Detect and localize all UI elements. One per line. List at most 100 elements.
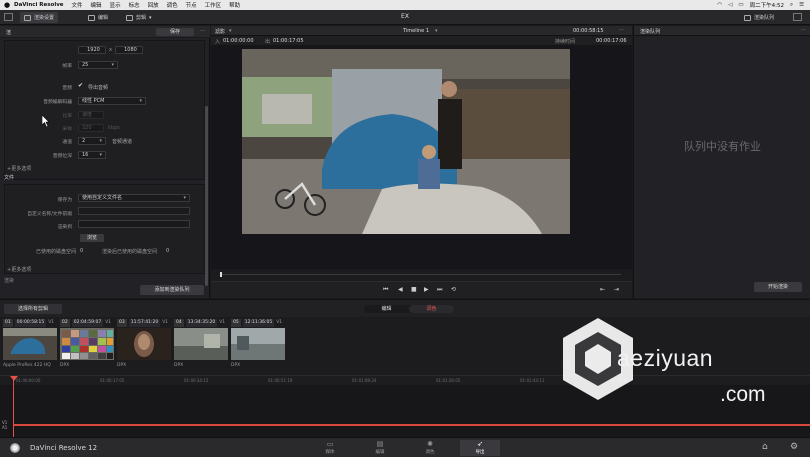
home-icon[interactable]: ⌂: [762, 442, 768, 452]
audio-label: 音频: [62, 86, 72, 91]
mark-in-icon[interactable]: ⇤: [600, 286, 605, 293]
save-preset-button[interactable]: 保存: [156, 28, 194, 36]
empty-queue-message: 队列中没有作业: [684, 140, 761, 153]
ruler-tick: 01:00:34:12: [184, 378, 209, 383]
disk-used-label: 已使用的磁盘空间: [36, 249, 77, 255]
tab-color[interactable]: 调色: [409, 305, 454, 313]
menu-mark[interactable]: 标志: [129, 1, 140, 9]
clip-thumbnail[interactable]: 03 11:57:41:20 V1 DPX: [117, 319, 173, 371]
menu-view[interactable]: 显示: [110, 1, 121, 9]
clip-timecode: 13:34:35:20: [185, 319, 218, 327]
viewer-more-icon[interactable]: ⋯: [619, 27, 624, 33]
more-options-link[interactable]: +更多选项: [7, 165, 31, 172]
render-settings-button[interactable]: 渲染设置: [20, 12, 59, 23]
app-menu[interactable]: DaVinci Resolve: [14, 2, 64, 8]
video-frame: [242, 49, 570, 234]
browse-button[interactable]: 浏览: [80, 234, 104, 242]
skip-end-icon[interactable]: ⏭: [437, 286, 442, 294]
clip-preview: [174, 328, 228, 360]
watermark-domain: .com: [720, 383, 766, 406]
volume-icon[interactable]: ◁: [728, 2, 732, 8]
height-field[interactable]: 1080: [115, 46, 143, 54]
menu-playback[interactable]: 回放: [148, 1, 159, 9]
menu-workspace[interactable]: 工作区: [205, 1, 222, 9]
more-options-link-2[interactable]: +更多选项: [7, 266, 31, 273]
channels-select[interactable]: 2: [78, 137, 106, 145]
clip-thumbnail[interactable]: 04 13:34:35:20 V1 DPX: [174, 319, 230, 371]
watermark-text: aeziyuan: [617, 345, 714, 371]
list-icon[interactable]: ☰: [799, 2, 804, 8]
clips-icon: [88, 14, 95, 21]
menubar-clock[interactable]: 周二下午4:52: [750, 1, 784, 9]
viewer-clip-label: 滤影: [215, 29, 226, 35]
clips-button[interactable]: 编辑: [84, 12, 112, 23]
in-timecode[interactable]: 01:00:00:00: [223, 38, 254, 44]
clip-timecode: 02:04:59:07: [71, 319, 104, 327]
loop-icon[interactable]: ⟲: [451, 286, 456, 293]
edit-button[interactable]: 剪辑 ▾: [122, 12, 156, 23]
save-as-select[interactable]: 使用自定义文件名: [78, 194, 190, 202]
search-icon[interactable]: ⌕: [790, 2, 793, 9]
render-queue-button[interactable]: 渲染队列: [740, 12, 778, 23]
clip-codec: DPX: [117, 363, 127, 368]
menu-edit[interactable]: 编辑: [91, 1, 102, 9]
tab-edit[interactable]: 编辑: [364, 305, 409, 313]
ruler-tick: 01:01:08:24: [352, 378, 377, 383]
play-reverse-icon[interactable]: ◀: [398, 286, 403, 293]
audio-codec-select[interactable]: 线性 PCM: [78, 97, 146, 105]
playhead-marker-icon[interactable]: [10, 376, 18, 381]
wifi-icon[interactable]: ◠: [717, 2, 722, 8]
select-all-clips-button[interactable]: 选择所有剪辑: [4, 304, 62, 314]
more-icon[interactable]: ⋯: [200, 28, 205, 34]
scrub-bar[interactable]: [211, 269, 632, 281]
location-input[interactable]: [78, 220, 190, 228]
viewer-zoom-dropdown[interactable]: ▾: [229, 28, 232, 34]
menu-help[interactable]: 帮助: [229, 1, 240, 9]
file-section-header[interactable]: 文件: [4, 174, 205, 183]
add-to-queue-button[interactable]: 添加到渲染队列: [140, 285, 204, 295]
title-bar: 渲染设置 编辑 剪辑 ▾ EX 渲染队列: [0, 10, 810, 25]
disk-used-value: 0: [80, 248, 84, 254]
out-timecode[interactable]: 01:00:17:05: [273, 38, 304, 44]
width-field[interactable]: 1920: [78, 46, 106, 54]
queue-more-icon[interactable]: ⋯: [801, 27, 806, 33]
mark-out-icon[interactable]: ⇥: [614, 286, 619, 293]
clip-thumbnail[interactable]: 02 02:04:59:07 V1 DPX: [60, 319, 116, 371]
scrub-playhead[interactable]: [220, 272, 222, 277]
page-tab-edit[interactable]: ▤ 编辑: [360, 440, 400, 456]
page-tab-media[interactable]: ▭ 媒体: [310, 440, 350, 456]
play-icon[interactable]: ▶: [424, 286, 429, 293]
battery-icon[interactable]: ▭: [738, 2, 743, 8]
page-tab-deliver[interactable]: ➶ 导出: [460, 440, 500, 456]
panel-toggle-right-icon[interactable]: [793, 13, 802, 21]
rate-field: 速度: [78, 111, 104, 119]
timeline-name[interactable]: Timeline 1: [403, 28, 429, 34]
gear-icon[interactable]: ⚙: [790, 442, 798, 452]
bit-depth-label: 音频位深: [52, 154, 72, 159]
edit-icon: [126, 14, 133, 21]
start-render-button[interactable]: 开始渲染: [754, 282, 802, 292]
bit-depth-select[interactable]: 16: [78, 151, 106, 159]
skip-start-icon[interactable]: ⏮: [383, 286, 388, 294]
clip-thumbnail[interactable]: 05 12:11:36:05 V1 DPX: [231, 319, 287, 371]
page-tab-color[interactable]: ✺ 调色: [410, 440, 450, 456]
custom-name-input[interactable]: [78, 207, 190, 215]
panel-toggle-icon[interactable]: [4, 13, 13, 21]
clip-number: 02: [60, 319, 70, 327]
stop-icon[interactable]: ■: [411, 286, 417, 293]
apple-icon[interactable]: ●: [0, 1, 14, 9]
menu-file[interactable]: 文件: [72, 1, 83, 9]
export-audio-checkbox[interactable]: ✔: [78, 82, 83, 89]
render-range-bar[interactable]: [13, 424, 810, 426]
clip-number: 05: [231, 319, 241, 327]
menu-nodes[interactable]: 节点: [186, 1, 197, 9]
timeline-playhead[interactable]: [13, 376, 14, 438]
framerate-select[interactable]: 25: [78, 61, 118, 69]
deliver-page-icon: ➶: [477, 440, 483, 448]
settings-scrollbar[interactable]: [205, 106, 208, 286]
timeline-chevron-icon[interactable]: ▾: [435, 28, 438, 34]
resolve-logo-icon: [10, 443, 20, 453]
menu-bar: ● DaVinci Resolve 文件 编辑 显示 标志 回放 调色 节点 工…: [0, 0, 810, 10]
menu-color[interactable]: 调色: [167, 1, 178, 9]
clip-thumbnail[interactable]: 01 00:00:58:15 V1 Apple ProRes 422 HQ: [3, 319, 59, 371]
